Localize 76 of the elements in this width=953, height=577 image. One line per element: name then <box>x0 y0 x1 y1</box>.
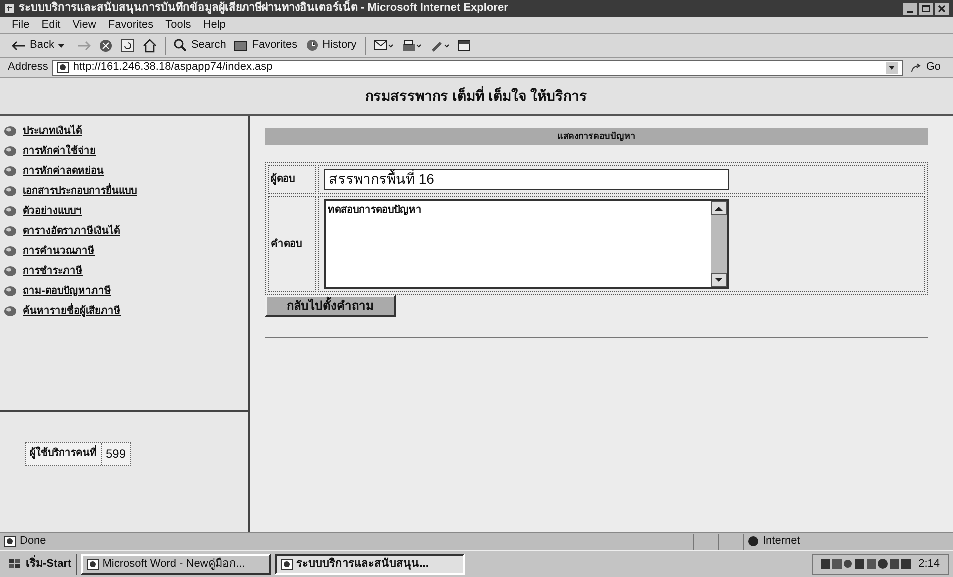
sidebar-link[interactable]: ค้นหารายชื่อผู้เสียภาษี <box>23 304 121 319</box>
responder-field: สรรพากรพื้นที่ 16 <box>324 169 729 190</box>
clock-icon <box>306 39 319 52</box>
mail-icon[interactable] <box>374 40 394 52</box>
counter-value: 599 <box>105 446 128 463</box>
bullet-icon <box>4 146 17 157</box>
search-button[interactable]: Search <box>174 37 226 54</box>
history-button[interactable]: History <box>306 37 357 54</box>
clock: 2:14 <box>918 556 940 572</box>
panel-heading: แสดงการตอบปัญหา <box>558 130 636 144</box>
folder-icon <box>234 40 248 52</box>
bullet-icon <box>4 186 17 197</box>
stop-icon[interactable] <box>99 38 114 52</box>
bullet-icon <box>4 266 17 277</box>
caret-icon <box>58 44 66 48</box>
bullet-icon <box>4 246 17 257</box>
edit-icon[interactable] <box>430 40 450 52</box>
globe-icon <box>748 536 759 547</box>
page-icon <box>57 62 70 73</box>
refresh-icon[interactable] <box>121 38 136 52</box>
menu-item[interactable]: File <box>12 16 30 34</box>
browser-icon <box>4 3 15 14</box>
sidebar-link[interactable]: ถาม-ตอบปัญหาภาษี <box>23 284 112 299</box>
sidebar-link[interactable]: ประเภทเงินได้ <box>23 124 82 139</box>
app-icon <box>280 558 293 570</box>
print-icon[interactable] <box>402 40 422 52</box>
menu-item[interactable]: Tools <box>166 16 192 34</box>
sidebar-link[interactable]: การหักค่าใช้จ่าย <box>23 144 96 159</box>
back-button[interactable]: Back <box>8 37 70 54</box>
menu-item[interactable]: Favorites <box>108 16 154 34</box>
window-icon[interactable] <box>458 40 471 52</box>
counter-label: ผู้ใช้บริการคนที่ <box>26 443 102 465</box>
bullet-icon <box>4 226 17 237</box>
address-label: Address <box>8 60 48 76</box>
menu-item[interactable]: Help <box>203 16 226 34</box>
minimize-button[interactable] <box>903 2 917 14</box>
favorites-button[interactable]: Favorites <box>234 37 298 54</box>
sidebar-link[interactable]: เอกสารประกอบการยื่นแบบ <box>23 184 137 199</box>
menu-item[interactable]: Edit <box>42 16 61 34</box>
address-field[interactable]: http://161.246.38.18/aspapp74/index.asp <box>52 60 904 76</box>
app-icon <box>86 558 99 570</box>
taskbar-button[interactable]: Microsoft Word - Newคู่มือก... <box>80 554 271 574</box>
windows-logo-icon <box>8 558 22 570</box>
responder-label: ผู้ตอบ <box>271 172 295 187</box>
scroll-up-arrow-icon[interactable] <box>715 206 723 210</box>
menu-item[interactable]: View <box>72 16 96 34</box>
home-icon[interactable] <box>143 38 158 52</box>
sidebar-link[interactable]: ตารางอัตราภาษีเงินได้ <box>23 224 120 239</box>
scroll-down-arrow-icon[interactable] <box>715 278 723 282</box>
bullet-icon <box>4 206 17 217</box>
scrollbar[interactable] <box>711 201 727 287</box>
window-title: ระบบบริการและสนับสนุนการบันทึกข้อมูลผู้เสียภาษีผ่านทางอินเตอร์เน็ต - Microsoft Internet Explorer <box>19 0 508 16</box>
go-arrow-icon <box>911 62 922 72</box>
sidebar-link[interactable]: ตัวอย่างแบบฯ <box>23 204 82 219</box>
sidebar-link[interactable]: การชำระภาษี <box>23 264 83 279</box>
bullet-icon <box>4 306 17 317</box>
sidebar-link[interactable]: การคำนวณภาษี <box>23 244 95 259</box>
dropdown-icon[interactable] <box>886 62 898 74</box>
sidebar-link[interactable]: การหักค่าลดหย่อน <box>23 164 104 179</box>
back-to-question-button[interactable]: กลับไปตั้งคำถาม <box>265 295 396 317</box>
bullet-icon <box>4 126 17 137</box>
status-text: Done <box>20 534 46 550</box>
maximize-button[interactable] <box>919 2 933 14</box>
page-icon <box>4 536 16 547</box>
bullet-icon <box>4 286 17 297</box>
banner-title: กรมสรรพากร เต็มที่ เต็มใจ ให้บริการ <box>366 86 588 106</box>
go-button[interactable]: Go <box>907 59 945 76</box>
close-button[interactable] <box>935 2 949 14</box>
search-icon <box>174 39 188 52</box>
bullet-icon <box>4 166 17 177</box>
back-arrow-icon <box>12 40 26 50</box>
start-button[interactable]: เริ่ม-Start <box>4 554 77 574</box>
taskbar-button[interactable]: ระบบบริการและสนับสนุน... <box>274 554 465 574</box>
answer-textarea[interactable]: ทดสอบการตอบปัญหา <box>324 199 729 289</box>
security-zone: Internet <box>763 534 800 550</box>
answer-label: คำตอบ <box>271 238 302 252</box>
